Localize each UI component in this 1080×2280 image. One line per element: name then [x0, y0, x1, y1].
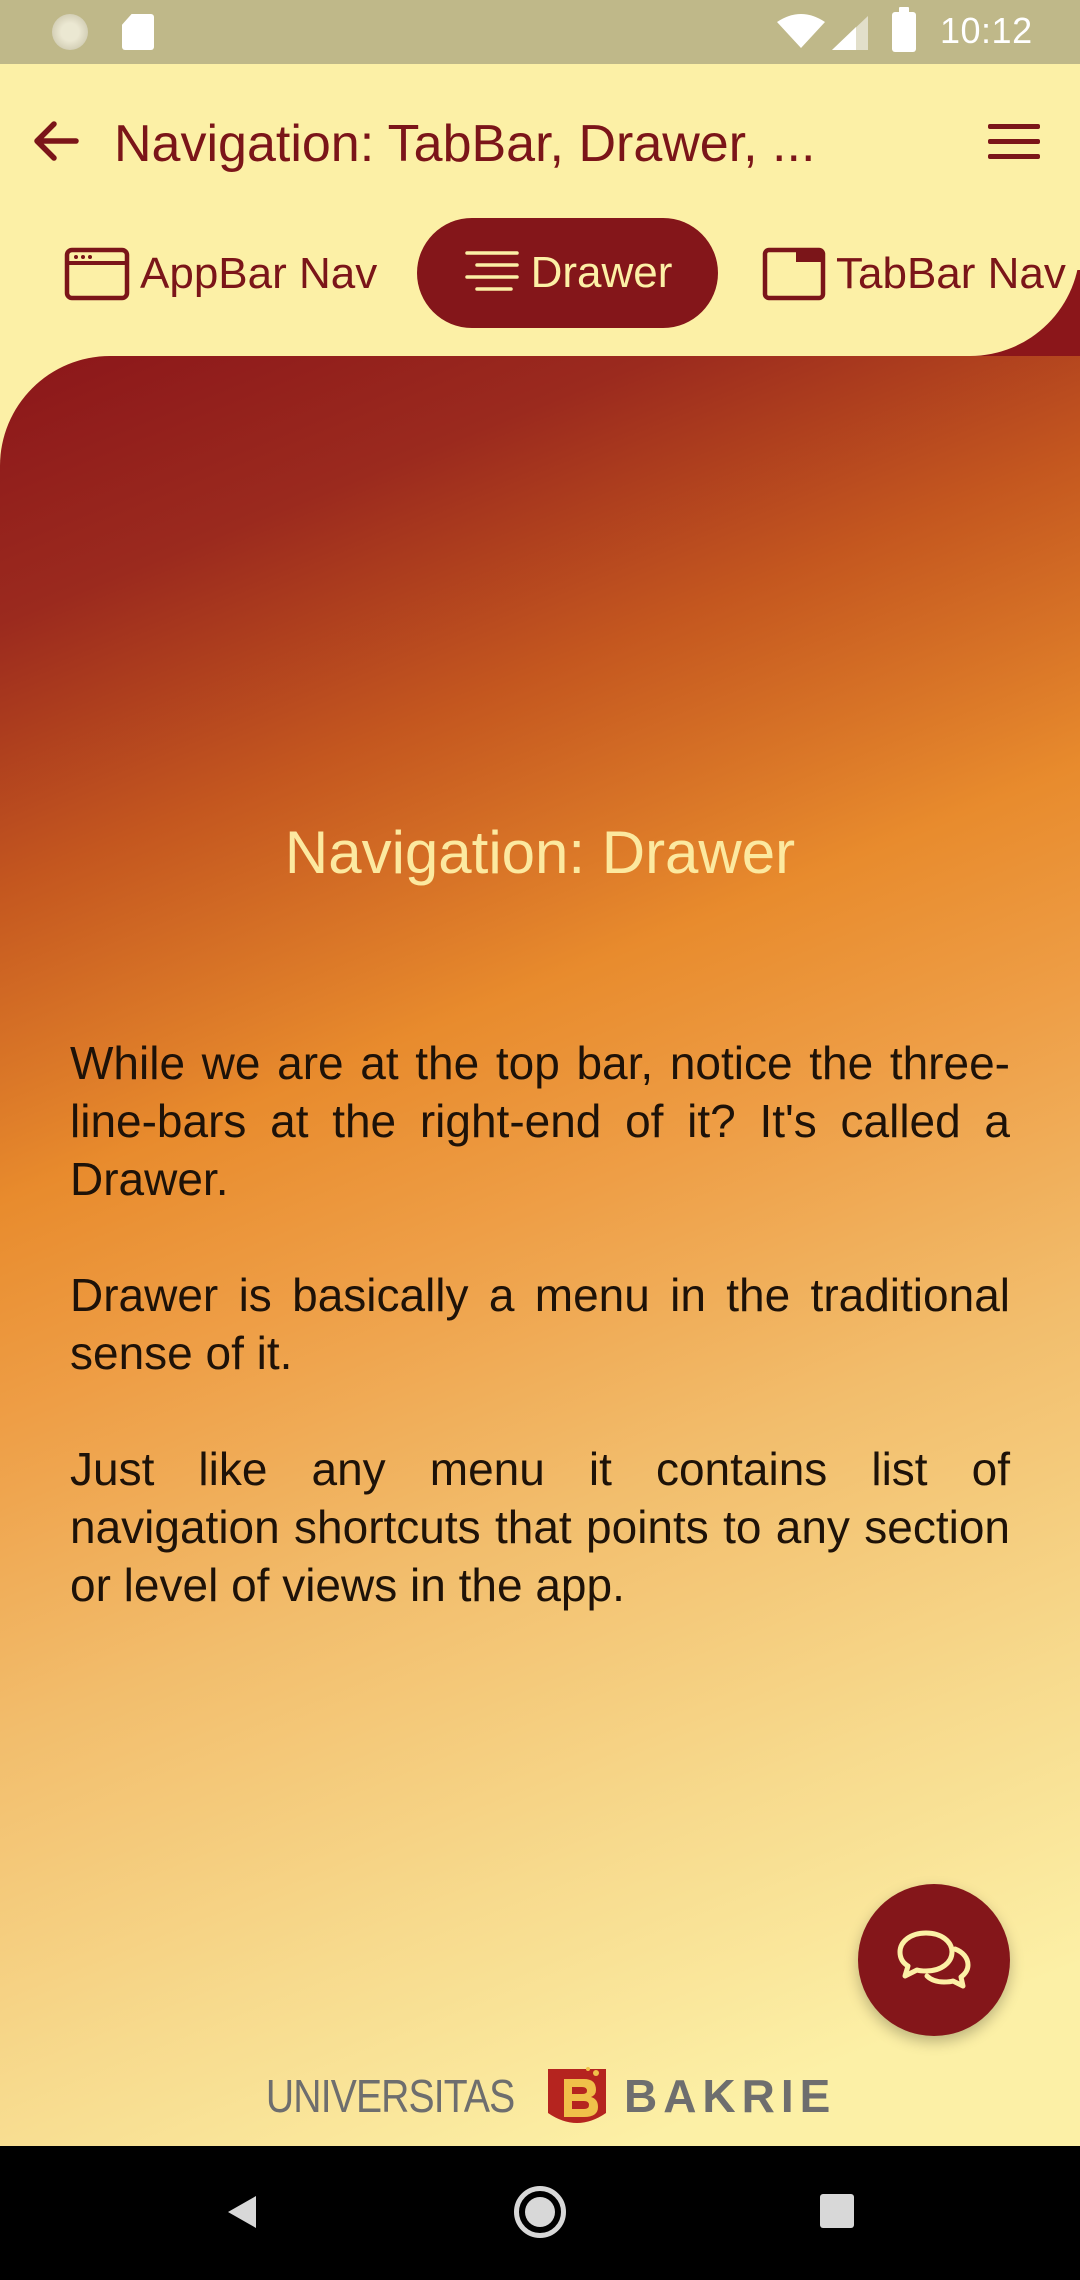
tab-window-icon [762, 247, 826, 301]
hamburger-menu-icon[interactable] [986, 120, 1042, 164]
nav-recents-icon[interactable] [820, 2194, 854, 2228]
logo-text-universitas: UNIVERSITAS [265, 2070, 515, 2122]
section-heading: Navigation: Drawer [284, 819, 796, 886]
wifi-icon [777, 14, 825, 48]
logo-text-bakrie: BAKRIE [623, 2070, 837, 2122]
tab-tabbar-nav-label: TabBar Nav [836, 249, 1066, 298]
body-text: While we are at the top bar, notice the … [70, 1034, 1010, 1672]
tab-bar: AppBar Nav Drawer TabBar Nav [0, 218, 1080, 330]
tab-drawer-label: Drawer [530, 248, 673, 297]
tab-tabbar-nav[interactable]: TabBar Nav [762, 218, 1066, 330]
paragraph: Drawer is basically a menu in the tradit… [70, 1269, 1010, 1379]
paragraph: While we are at the top bar, notice the … [70, 1037, 1010, 1205]
tab-appbar-nav-label: AppBar Nav [140, 249, 378, 298]
signal-icon [832, 16, 868, 50]
university-logo: UNIVERSITAS BAKRIE [0, 2056, 1080, 2136]
tab-drawer[interactable]: Drawer [417, 218, 718, 328]
status-time: 10:12 [940, 10, 1033, 51]
tab-appbar-nav[interactable]: AppBar Nav [64, 218, 377, 330]
sync-icon [52, 14, 88, 50]
status-bar: 10:12 [0, 0, 1080, 64]
drawer-lines-icon [464, 251, 519, 291]
nav-home-icon[interactable] [514, 2186, 566, 2238]
chat-button[interactable] [858, 1884, 1010, 2036]
arrow-left-icon[interactable] [28, 114, 82, 168]
app-screen: 10:12 Navigation: TabBar, Drawer, ... Ap… [0, 0, 1080, 2280]
paragraph: Just like any menu it contains list of n… [70, 1443, 1010, 1611]
logo-emblem-icon [547, 2067, 606, 2123]
system-nav-bar [0, 2146, 1080, 2280]
nav-back-icon[interactable] [222, 2192, 262, 2232]
browser-window-icon [64, 247, 130, 301]
app-bar: Navigation: TabBar, Drawer, ... [0, 64, 1080, 224]
sd-card-icon [122, 14, 154, 50]
battery-icon [892, 7, 916, 52]
chat-bubbles-icon [897, 1930, 971, 1989]
page-title: Navigation: TabBar, Drawer, ... [114, 115, 816, 173]
